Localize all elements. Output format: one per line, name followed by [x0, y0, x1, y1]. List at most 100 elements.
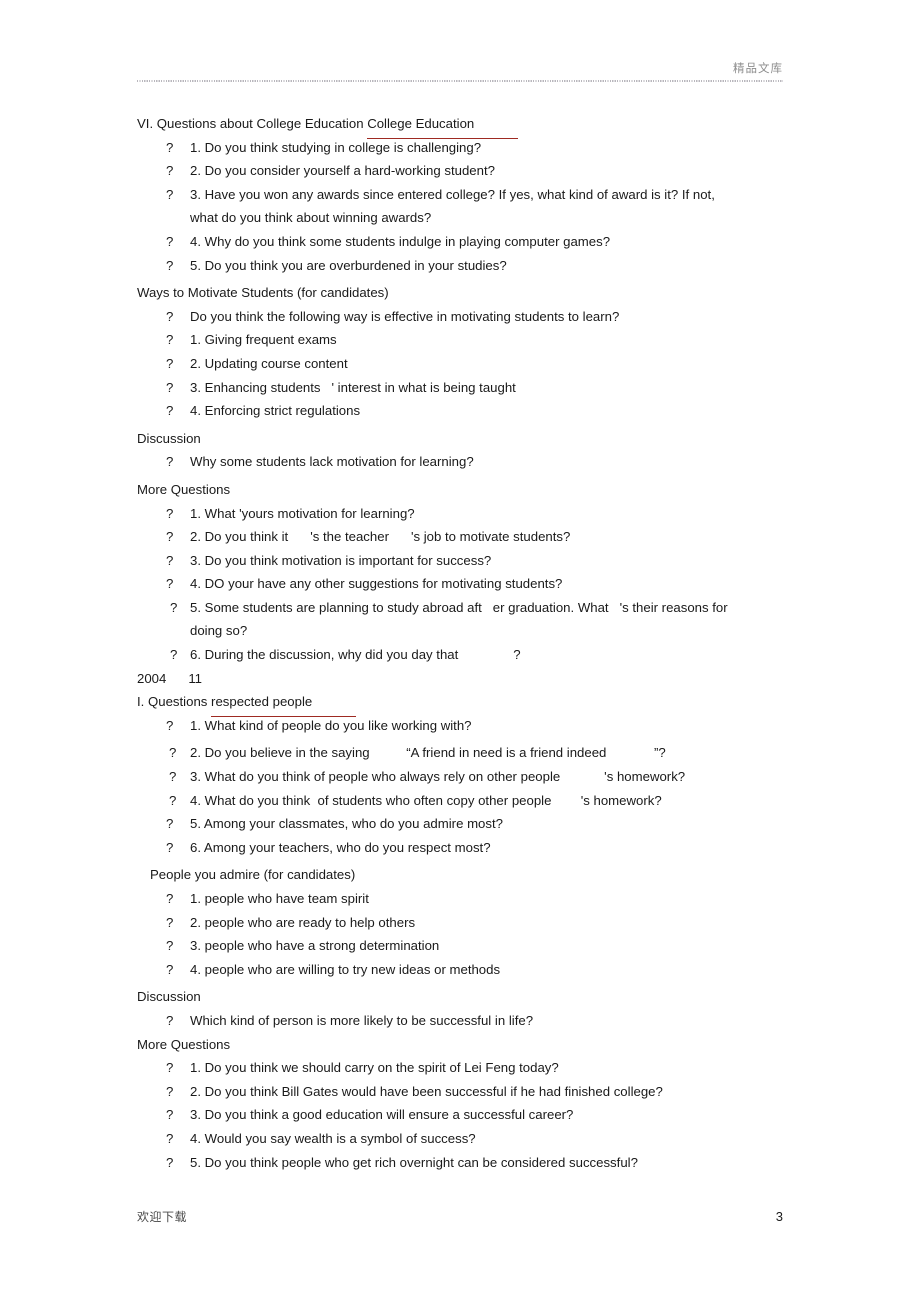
footer-note-text: 欢迎下载 — [137, 1210, 188, 1224]
list-item: ? 4. What do you think of students who of… — [0, 789, 920, 813]
list-item: ? 1. What 'yours motivation for learning? — [0, 502, 920, 526]
list-item-text: 2. Do you believe in the saying “A frien… — [190, 745, 666, 761]
bullet-marker-icon: ? — [166, 914, 174, 930]
page-footer: 欢迎下载 3 — [137, 1208, 783, 1225]
list-item: ? Which kind of person is more likely to … — [0, 1009, 920, 1033]
document-page: 精品文库 VI. Questions about College Educati… — [0, 0, 920, 1303]
bullet-marker-icon: ? — [166, 1107, 174, 1123]
section-heading-college-education: VI. Questions about College Education Co… — [0, 112, 920, 139]
list-item-text: Which kind of person is more likely to b… — [190, 1012, 534, 1028]
document-body: VI. Questions about College Education Co… — [0, 112, 920, 1174]
list-item: ? 3. Enhancing students ' interest in wha… — [0, 376, 920, 400]
list-item-text: 4. What do you think of students who oft… — [190, 792, 662, 808]
list-item: ? 3. Do you think motivation is important… — [0, 549, 920, 573]
list-item: ? 4. Why do you think some students indul… — [0, 230, 920, 254]
list-item-text: 2. Do you consider yourself a hard-worki… — [190, 163, 495, 179]
list-item: ? 1. Do you think we should carry on the … — [0, 1056, 920, 1080]
bullet-marker-icon: ? — [166, 186, 174, 202]
section-heading-text: People you admire (for candidates) — [150, 867, 356, 883]
section-heading-discussion-1: Discussion — [0, 427, 920, 451]
bullet-marker-icon: ? — [166, 332, 174, 348]
section-heading-prefix: VI. Questions about College Education — [137, 116, 368, 131]
section-heading-people-you-admire: People you admire (for candidates) — [0, 863, 920, 887]
bullet-marker-icon: ? — [166, 938, 174, 954]
list-item-continuation: what do you think about winning awards? — [0, 206, 920, 230]
list-item: ? 5. Some students are planning to study … — [0, 596, 920, 620]
list-item-text: 5. Among your classmates, who do you adm… — [190, 816, 503, 832]
bullet-marker-icon: ? — [166, 1012, 174, 1028]
bullet-marker-icon: ? — [166, 1060, 174, 1076]
section-heading-underlined-respected-people: respected people — [211, 690, 357, 717]
list-item-text: Do you think the following way is effect… — [190, 308, 620, 324]
list-item-text: 4. people who are willing to try new ide… — [190, 961, 501, 977]
bullet-marker-icon: ? — [166, 961, 174, 977]
list-item-text: 6. During the discussion, why did you da… — [190, 647, 521, 663]
section-heading-discussion-2: Discussion — [0, 985, 920, 1009]
list-item: ? 2. Do you consider yourself a hard-work… — [0, 159, 920, 183]
list-item: ? 3. Do you think a good education will e… — [0, 1103, 920, 1127]
list-item: ? 1. people who have team spirit — [0, 887, 920, 911]
list-item-text: 3. Do you think a good education will en… — [190, 1107, 574, 1123]
list-item: ? 4. Would you say wealth is a symbol of … — [0, 1127, 920, 1151]
bullet-marker-icon: ? — [166, 233, 174, 249]
list-item-text: 1. Do you think we should carry on the s… — [190, 1060, 559, 1076]
bullet-marker-icon: ? — [166, 355, 174, 371]
list-item: ? 5. Do you think people who get rich ove… — [0, 1151, 920, 1175]
list-item-text: 6. Among your teachers, who do you respe… — [190, 839, 491, 855]
bullet-marker-icon: ? — [169, 745, 177, 761]
list-item: ? 6. Among your teachers, who do you resp… — [0, 836, 920, 860]
bullet-marker-icon: ? — [166, 839, 174, 855]
list-item: ? 5. Do you think you are overburdened in… — [0, 254, 920, 278]
list-item-text: 1. What 'yours motivation for learning? — [190, 505, 415, 521]
bullet-marker-icon: ? — [166, 1154, 174, 1170]
list-item-text: 3. Enhancing students ' interest in what… — [190, 379, 516, 395]
bullet-marker-icon: ? — [166, 308, 174, 324]
section-heading-underlined-college-education: College Education — [367, 112, 519, 139]
page-header: 精品文库 — [137, 60, 783, 82]
list-item-text: 1. Giving frequent exams — [190, 332, 337, 348]
list-item: ? 4. Enforcing strict regulations — [0, 399, 920, 423]
list-item-text: 5. Do you think you are overburdened in … — [190, 257, 507, 273]
list-item: ? Do you think the following way is effec… — [0, 305, 920, 329]
section-heading-ways-to-motivate: Ways to Motivate Students (for candidate… — [0, 281, 920, 305]
bullet-marker-icon: ? — [166, 816, 174, 832]
header-watermark-text: 精品文库 — [733, 61, 783, 75]
bullet-marker-icon: ? — [169, 792, 177, 808]
list-item: ? 2. people who are ready to help others — [0, 911, 920, 935]
list-item-text: 4. Enforcing strict regulations — [190, 403, 361, 419]
section-heading-prefix: I. Questions — [137, 694, 212, 710]
list-item-text: 2. Do you think it 's the teacher 's job… — [190, 529, 571, 545]
list-item-text: 5. Some students are planning to study a… — [190, 599, 728, 615]
bullet-marker-icon: ? — [166, 454, 174, 470]
list-item: ? 1. What kind of people do you like work… — [0, 714, 920, 738]
bullet-marker-icon: ? — [166, 379, 174, 395]
list-item: ? 5. Among your classmates, who do you ad… — [0, 812, 920, 836]
page-number: 3 — [775, 1209, 783, 1224]
list-item-text: 4. Why do you think some students indulg… — [190, 233, 611, 249]
list-item: ? 2. Do you think Bill Gates would have b… — [0, 1080, 920, 1104]
list-item-text: 1. Do you think studying in college is c… — [190, 139, 482, 155]
list-item-text: 2. Updating course content — [190, 355, 348, 371]
bullet-marker-icon: ? — [166, 257, 174, 273]
list-item-text: 3. Do you think motivation is important … — [190, 552, 492, 568]
section-heading-text: Discussion — [137, 989, 201, 1005]
section-heading-more-questions-1: More Questions — [0, 478, 920, 502]
bullet-marker-icon: ? — [166, 403, 174, 419]
year-line: 2004 11 — [0, 667, 920, 691]
list-item: ? 1. Giving frequent exams — [0, 328, 920, 352]
bullet-marker-icon: ? — [166, 505, 174, 521]
bullet-marker-icon: ? — [166, 576, 174, 592]
list-item-text: 3. What do you think of people who alway… — [190, 769, 686, 785]
bullet-marker-icon: ? — [166, 139, 174, 155]
list-item: ? 4. people who are willing to try new id… — [0, 958, 920, 982]
bullet-marker-icon: ? — [166, 529, 174, 545]
year-line-text: 2004 11 — [137, 670, 203, 686]
list-item-text: 3. people who have a strong determinatio… — [190, 938, 440, 954]
list-item-text: 5. Do you think people who get rich over… — [190, 1154, 638, 1170]
list-item: ? 4. DO your have any other suggestions f… — [0, 572, 920, 596]
list-item-text: Why some students lack motivation for le… — [190, 454, 474, 470]
section-heading-text: More Questions — [137, 481, 231, 497]
list-item: ? 2. Do you believe in the saying “A frie… — [0, 741, 920, 765]
list-item-text: 1. people who have team spirit — [190, 891, 369, 906]
list-item-text: 3. Have you won any awards since entered… — [190, 186, 715, 202]
